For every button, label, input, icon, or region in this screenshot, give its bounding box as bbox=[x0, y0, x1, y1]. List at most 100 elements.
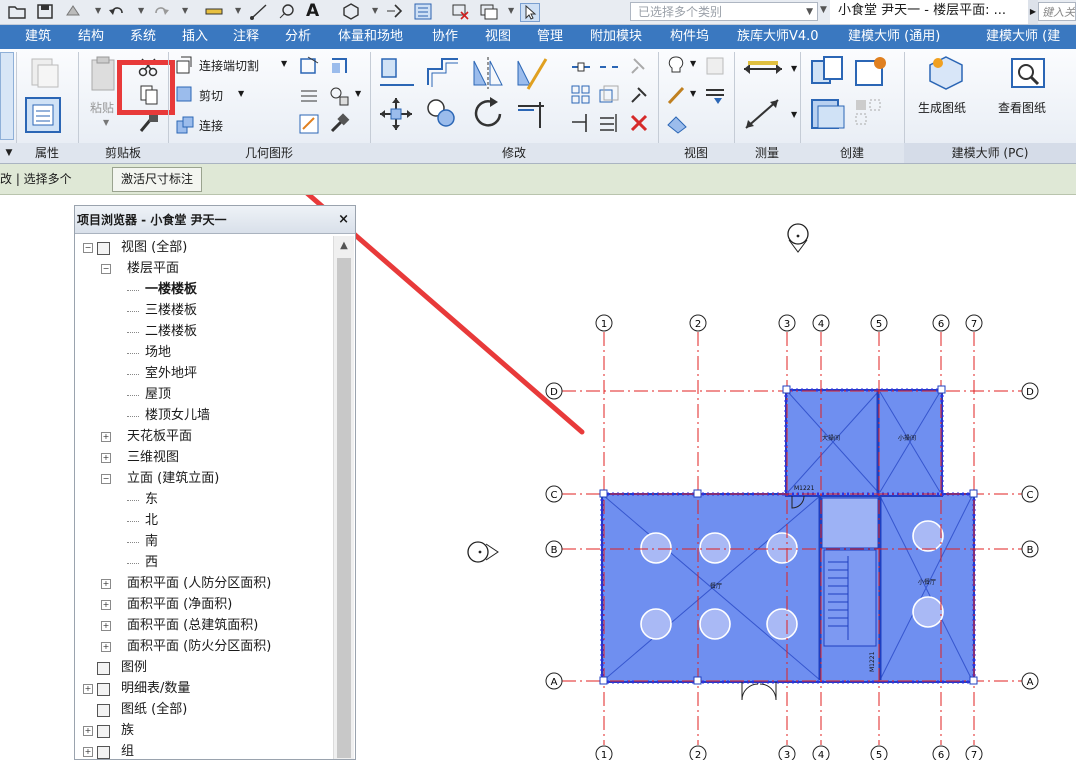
save-icon[interactable] bbox=[36, 3, 54, 20]
expand-icon[interactable]: + bbox=[83, 747, 93, 757]
tab-collaborate[interactable]: 协作 bbox=[432, 25, 458, 49]
slab-kitchen[interactable] bbox=[785, 389, 943, 497]
align-icon[interactable] bbox=[378, 55, 416, 91]
tree-item[interactable]: + 面积平面 (防火分区面积) bbox=[75, 637, 331, 657]
browser-tree[interactable]: − 视图 (全部) − 楼层平面 一楼楼板 三楼楼板 二楼楼板 场地 室外地坪 屋顶 楼顶女儿墙 + 天… bbox=[75, 236, 333, 761]
hide-dropdown-icon[interactable]: ▼ bbox=[690, 59, 696, 68]
stair[interactable] bbox=[823, 549, 877, 647]
sync-icon[interactable] bbox=[64, 3, 82, 20]
slab-main[interactable] bbox=[601, 493, 975, 683]
redo-dropdown-icon[interactable]: ▼ bbox=[182, 6, 188, 15]
expand-icon[interactable]: + bbox=[83, 684, 93, 694]
move-icon[interactable] bbox=[378, 96, 414, 132]
tree-item[interactable]: 北 bbox=[75, 511, 331, 531]
tree-item[interactable]: 图纸 (全部) bbox=[75, 700, 331, 720]
redo-icon[interactable] bbox=[152, 3, 170, 20]
scale-icon[interactable] bbox=[598, 84, 620, 106]
tab-manage[interactable]: 管理 bbox=[537, 25, 563, 49]
tree-item[interactable]: + 面积平面 (人防分区面积) bbox=[75, 574, 331, 594]
join-cut-icon[interactable] bbox=[175, 55, 195, 75]
tab-jianmo-general[interactable]: 建模大师 (通用) bbox=[848, 25, 940, 49]
cut-geometry-icon[interactable] bbox=[175, 85, 195, 105]
sync-dropdown-icon[interactable]: ▼ bbox=[95, 6, 101, 15]
tree-item[interactable]: 屋顶 bbox=[75, 385, 331, 405]
properties-icon[interactable] bbox=[24, 96, 62, 134]
tree-item[interactable]: 楼顶女儿墙 bbox=[75, 406, 331, 426]
paste-dropdown-icon[interactable]: ▼ bbox=[103, 118, 109, 127]
tree-item[interactable]: 图例 bbox=[75, 658, 331, 678]
tab-insert[interactable]: 插入 bbox=[182, 25, 208, 49]
tree-item[interactable]: − 楼层平面 bbox=[75, 259, 331, 279]
section-icon[interactable] bbox=[386, 3, 404, 20]
cut-geometry-label[interactable]: 剪切 bbox=[199, 87, 223, 104]
collapse-icon[interactable]: − bbox=[101, 264, 111, 274]
create-parts-icon[interactable] bbox=[852, 55, 892, 91]
cut-dropdown-icon[interactable]: ▼ bbox=[238, 89, 244, 98]
title-expand-icon[interactable]: ▶ bbox=[1028, 0, 1038, 24]
join-geometry-label[interactable]: 连接 bbox=[199, 117, 223, 134]
tree-item[interactable]: 南 bbox=[75, 532, 331, 552]
pin-icon[interactable] bbox=[628, 84, 650, 106]
thin-lines-icon[interactable] bbox=[414, 3, 432, 20]
filter-dropdown-arrow-icon[interactable]: ▼ bbox=[820, 5, 827, 15]
tree-item[interactable]: + 组 bbox=[75, 742, 331, 761]
tree-item[interactable]: + 天花板平面 bbox=[75, 427, 331, 447]
aligned-dim-icon[interactable] bbox=[742, 96, 784, 132]
switch-windows-icon[interactable] bbox=[480, 3, 498, 20]
expand-icon[interactable]: + bbox=[101, 453, 111, 463]
tree-item[interactable]: 二楼楼板 bbox=[75, 322, 331, 342]
paint-dropdown-icon[interactable]: ▼ bbox=[355, 89, 361, 98]
undo-icon[interactable] bbox=[108, 3, 126, 20]
select-cursor-icon[interactable] bbox=[520, 3, 540, 22]
tree-item[interactable]: + 三维视图 bbox=[75, 448, 331, 468]
expand-icon[interactable]: + bbox=[101, 621, 111, 631]
create-group-icon[interactable] bbox=[808, 96, 848, 132]
tag-icon[interactable] bbox=[278, 3, 296, 20]
create-similar-icon[interactable] bbox=[852, 96, 892, 132]
tab-family-library[interactable]: 族库大师V4.0 bbox=[737, 25, 819, 49]
tree-item[interactable]: − 视图 (全部) bbox=[75, 238, 331, 258]
paste-label[interactable]: 粘贴 bbox=[90, 99, 114, 116]
demolish-icon[interactable] bbox=[298, 113, 320, 135]
collapse-icon[interactable]: − bbox=[101, 474, 111, 484]
elevation-marker-north[interactable] bbox=[787, 223, 809, 253]
join-cut-label[interactable]: 连接端切割 bbox=[199, 57, 259, 74]
close-icon[interactable]: × bbox=[338, 206, 349, 234]
tree-item[interactable]: 室外地坪 bbox=[75, 364, 331, 384]
view-sheet-label[interactable]: 查看图纸 bbox=[998, 99, 1046, 116]
tree-item[interactable]: + 面积平面 (净面积) bbox=[75, 595, 331, 615]
mirror-draw-axis-icon[interactable] bbox=[514, 55, 550, 91]
tab-architecture[interactable]: 建筑 bbox=[25, 25, 51, 49]
tab-annotate[interactable]: 注释 bbox=[233, 25, 259, 49]
measure-dropdown-icon[interactable]: ▼ bbox=[235, 6, 241, 15]
paste-icon[interactable] bbox=[90, 56, 116, 92]
tree-item[interactable]: 一楼楼板 bbox=[75, 280, 331, 300]
trim-extend-corner-icon[interactable] bbox=[514, 96, 550, 132]
rotate-icon[interactable] bbox=[470, 96, 506, 132]
tree-item[interactable]: + 面积平面 (总建筑面积) bbox=[75, 616, 331, 636]
measure-dropdown-icon-2[interactable]: ▼ bbox=[791, 64, 797, 73]
trim-extend-single-icon[interactable] bbox=[570, 112, 592, 134]
browser-scrollbar[interactable]: ▲ bbox=[333, 236, 354, 759]
tab-jianmo-more[interactable]: 建模大师 (建 bbox=[986, 25, 1060, 49]
measure-between-icon[interactable] bbox=[742, 58, 784, 80]
select-by-category-icon[interactable] bbox=[666, 113, 688, 135]
project-browser[interactable]: 项目浏览器 - 小食堂 尹天一 × − 视图 (全部) − 楼层平面 一楼楼板 三楼楼板二… bbox=[74, 205, 356, 760]
expand-icon[interactable]: + bbox=[101, 432, 111, 442]
join-geometry-icon[interactable] bbox=[175, 115, 195, 135]
tab-view[interactable]: 视图 bbox=[485, 25, 511, 49]
text-icon[interactable]: A bbox=[306, 1, 319, 21]
split-element-icon[interactable] bbox=[570, 57, 592, 77]
tab-component-dock[interactable]: 构件坞 bbox=[670, 25, 709, 49]
array-icon[interactable] bbox=[570, 84, 592, 106]
selection-filter-dropdown[interactable]: 已选择多个类别 ▼ bbox=[630, 2, 818, 21]
tab-systems[interactable]: 系统 bbox=[130, 25, 156, 49]
modify-panel-dropdown-icon[interactable]: ▼ bbox=[2, 143, 16, 163]
measure-icon[interactable] bbox=[205, 3, 223, 20]
scrollbar-thumb[interactable] bbox=[337, 258, 351, 758]
3d-view-dropdown-icon[interactable]: ▼ bbox=[372, 6, 378, 15]
expand-icon[interactable]: + bbox=[101, 642, 111, 652]
linework-dropdown-icon[interactable]: ▼ bbox=[690, 89, 696, 98]
expand-icon[interactable]: + bbox=[101, 600, 111, 610]
split-face-icon[interactable] bbox=[298, 85, 320, 107]
